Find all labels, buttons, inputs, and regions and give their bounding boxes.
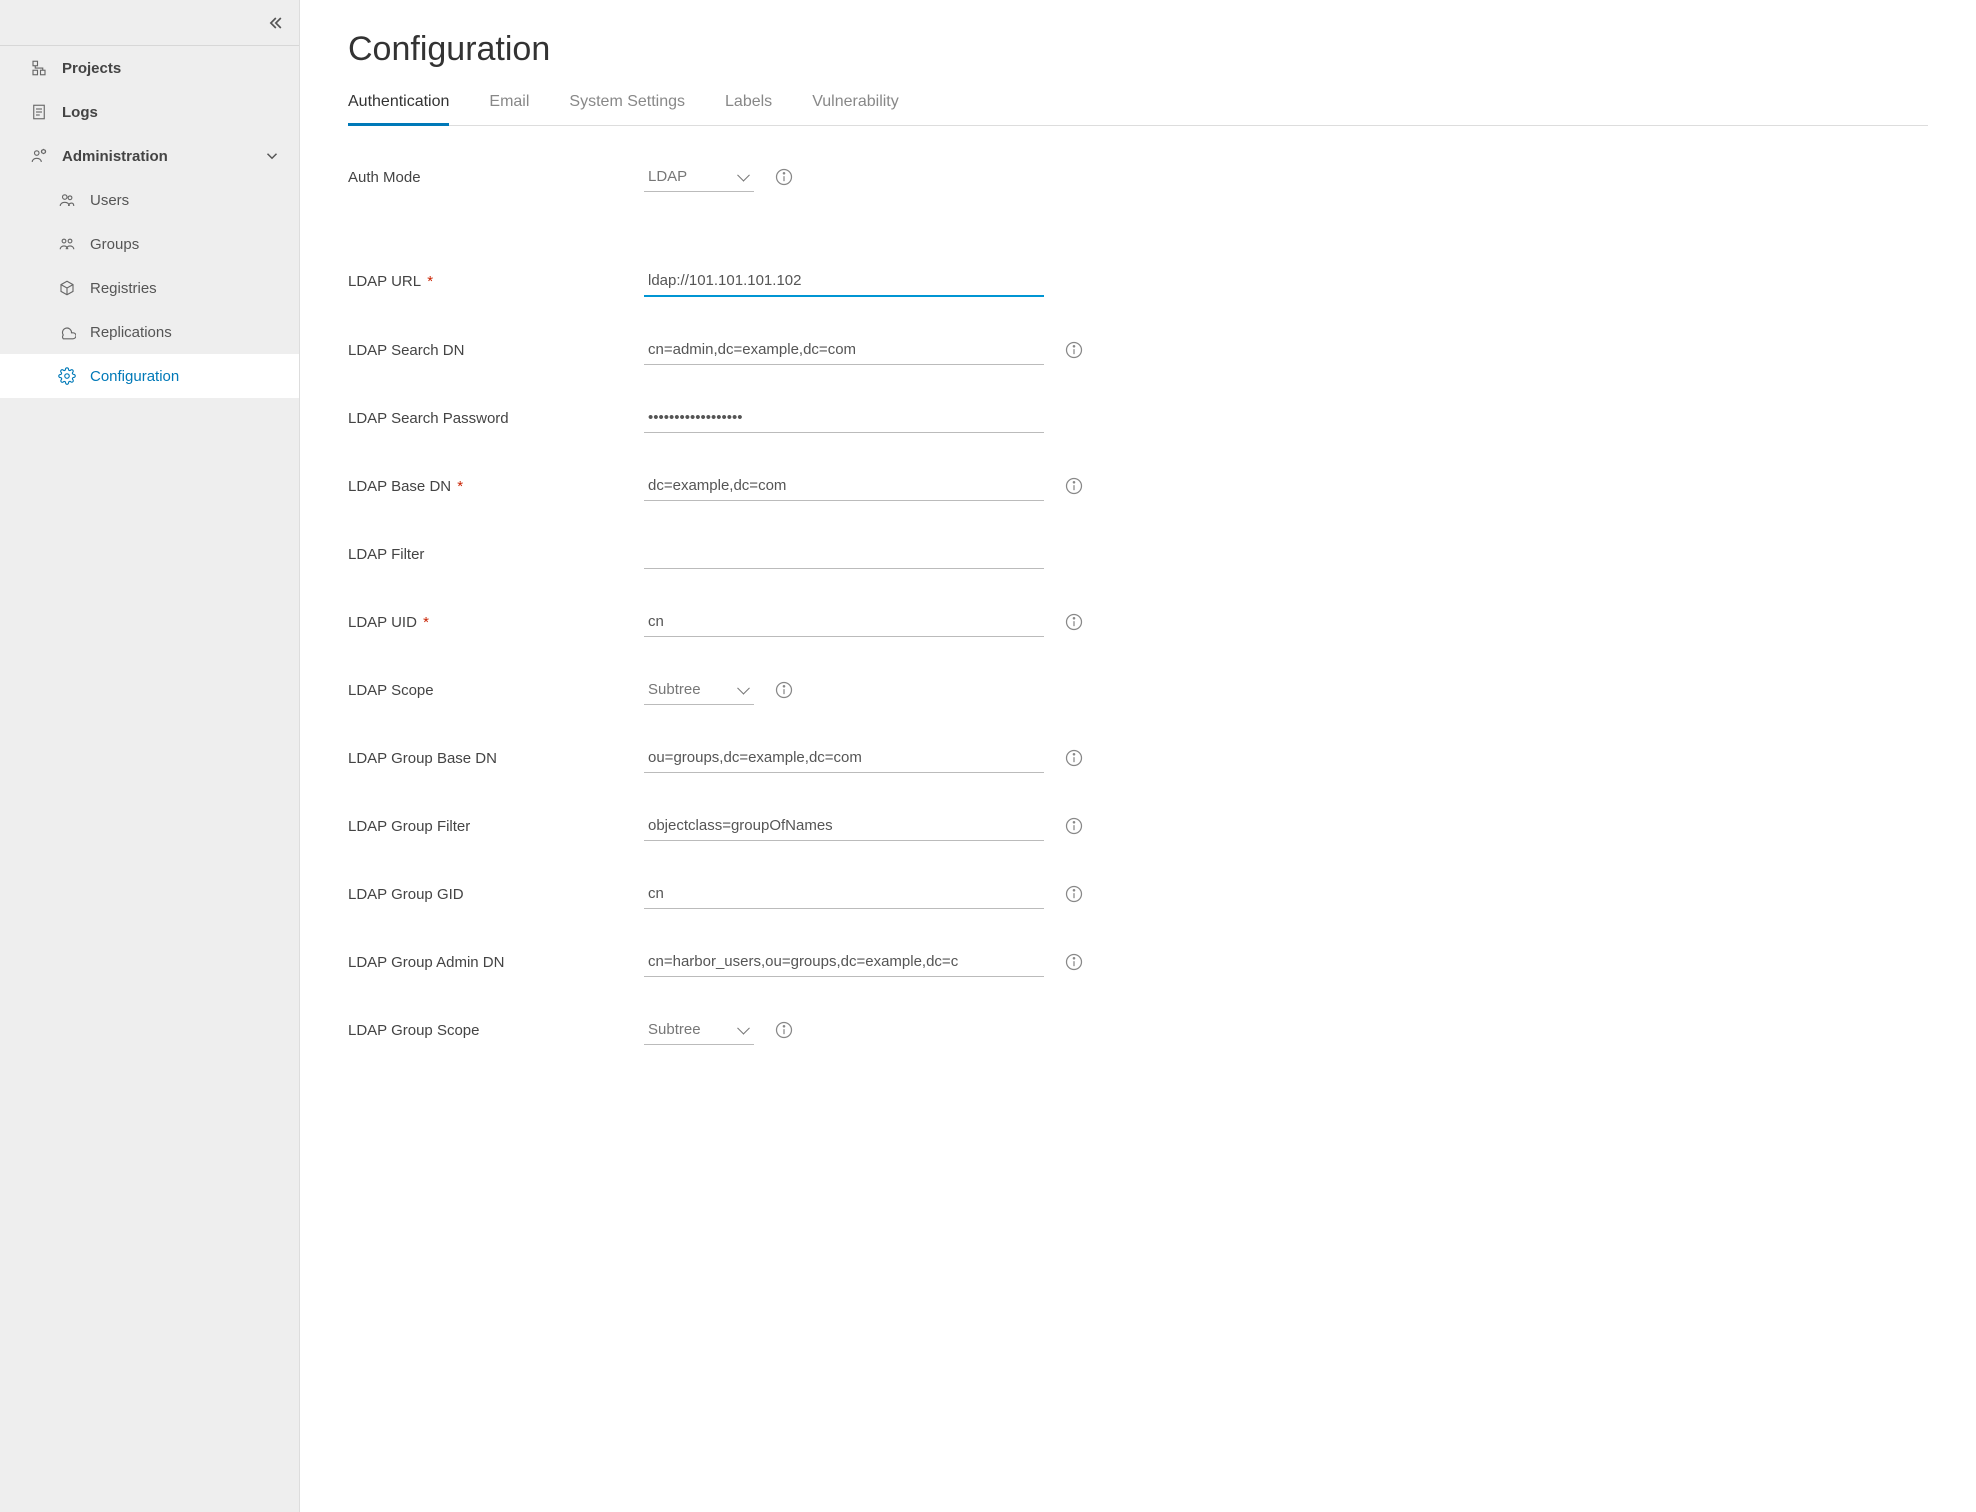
info-icon[interactable]	[774, 680, 794, 700]
sidebar-item-users[interactable]: Users	[0, 178, 299, 222]
info-icon[interactable]	[1064, 476, 1084, 496]
sidebar-item-logs[interactable]: Logs	[0, 90, 299, 134]
logs-icon	[30, 103, 48, 121]
row-auth-mode: Auth Mode LDAP	[348, 162, 1928, 192]
label-ldap-filter: LDAP Filter	[348, 546, 628, 563]
sidebar-item-label: Configuration	[90, 368, 179, 385]
required-marker: *	[423, 273, 433, 290]
sidebar-item-groups[interactable]: Groups	[0, 222, 299, 266]
sidebar: Projects Logs	[0, 0, 300, 1512]
label-ldap-url: LDAP URL *	[348, 273, 628, 290]
tab-authentication[interactable]: Authentication	[348, 87, 449, 126]
projects-icon	[30, 59, 48, 77]
label-ldap-search-dn: LDAP Search DN	[348, 342, 628, 359]
row-ldap-base-dn: LDAP Base DN *	[348, 471, 1928, 501]
input-ldap-group-gid[interactable]	[644, 879, 1044, 909]
select-ldap-group-scope[interactable]: Subtree	[644, 1015, 754, 1045]
sidebar-item-label: Registries	[90, 280, 157, 297]
sidebar-item-administration[interactable]: Administration	[0, 134, 299, 178]
row-ldap-search-password: LDAP Search Password	[348, 403, 1928, 433]
sidebar-item-registries[interactable]: Registries	[0, 266, 299, 310]
sidebar-item-label: Users	[90, 192, 129, 209]
input-ldap-url[interactable]	[644, 266, 1044, 297]
info-icon[interactable]	[774, 167, 794, 187]
tab-system-settings[interactable]: System Settings	[569, 87, 685, 126]
tabs: Authentication Email System Settings Lab…	[348, 87, 1928, 126]
label-ldap-base-dn: LDAP Base DN *	[348, 478, 628, 495]
sidebar-header	[0, 0, 299, 46]
required-marker: *	[453, 478, 463, 495]
input-ldap-group-base-dn[interactable]	[644, 743, 1044, 773]
collapse-sidebar-icon[interactable]	[265, 13, 285, 33]
label-ldap-group-admin-dn: LDAP Group Admin DN	[348, 954, 628, 971]
sidebar-item-projects[interactable]: Projects	[0, 46, 299, 90]
sidebar-nav: Projects Logs	[0, 46, 299, 398]
chevron-down-icon	[263, 147, 281, 165]
replications-icon	[58, 323, 76, 341]
main-content: Configuration Authentication Email Syste…	[300, 0, 1976, 1512]
info-icon[interactable]	[1064, 748, 1084, 768]
row-ldap-uid: LDAP UID *	[348, 607, 1928, 637]
info-icon[interactable]	[1064, 816, 1084, 836]
info-icon[interactable]	[1064, 612, 1084, 632]
label-ldap-uid: LDAP UID *	[348, 614, 628, 631]
select-ldap-scope[interactable]: Subtree	[644, 675, 754, 705]
select-auth-mode[interactable]: LDAP	[644, 162, 754, 192]
row-ldap-url: LDAP URL *	[348, 266, 1928, 297]
row-ldap-group-gid: LDAP Group GID	[348, 879, 1928, 909]
label-ldap-scope: LDAP Scope	[348, 682, 628, 699]
groups-icon	[58, 235, 76, 253]
sidebar-item-label: Replications	[90, 324, 172, 341]
users-icon	[58, 191, 76, 209]
sidebar-item-label: Groups	[90, 236, 139, 253]
info-icon[interactable]	[774, 1020, 794, 1040]
input-ldap-group-admin-dn[interactable]	[644, 947, 1044, 977]
tab-labels[interactable]: Labels	[725, 87, 772, 126]
input-ldap-base-dn[interactable]	[644, 471, 1044, 501]
sidebar-item-configuration[interactable]: Configuration	[0, 354, 299, 398]
input-ldap-filter[interactable]	[644, 539, 1044, 569]
row-ldap-search-dn: LDAP Search DN	[348, 335, 1928, 365]
row-ldap-group-filter: LDAP Group Filter	[348, 811, 1928, 841]
info-icon[interactable]	[1064, 340, 1084, 360]
gear-icon	[58, 367, 76, 385]
row-ldap-group-base-dn: LDAP Group Base DN	[348, 743, 1928, 773]
row-ldap-group-admin-dn: LDAP Group Admin DN	[348, 947, 1928, 977]
tab-vulnerability[interactable]: Vulnerability	[812, 87, 899, 126]
label-ldap-group-base-dn: LDAP Group Base DN	[348, 750, 628, 767]
label-ldap-group-gid: LDAP Group GID	[348, 886, 628, 903]
sidebar-item-label: Administration	[62, 148, 168, 165]
administration-icon	[30, 147, 48, 165]
row-ldap-filter: LDAP Filter	[348, 539, 1928, 569]
input-ldap-search-password[interactable]	[644, 403, 1044, 433]
info-icon[interactable]	[1064, 952, 1084, 972]
label-ldap-group-filter: LDAP Group Filter	[348, 818, 628, 835]
input-ldap-search-dn[interactable]	[644, 335, 1044, 365]
page-title: Configuration	[348, 30, 1928, 69]
label-ldap-search-password: LDAP Search Password	[348, 410, 628, 427]
sidebar-item-label: Projects	[62, 60, 121, 77]
input-ldap-group-filter[interactable]	[644, 811, 1044, 841]
sidebar-item-label: Logs	[62, 104, 98, 121]
registries-icon	[58, 279, 76, 297]
label-ldap-group-scope: LDAP Group Scope	[348, 1022, 628, 1039]
info-icon[interactable]	[1064, 884, 1084, 904]
sidebar-item-replications[interactable]: Replications	[0, 310, 299, 354]
input-ldap-uid[interactable]	[644, 607, 1044, 637]
label-auth-mode: Auth Mode	[348, 169, 628, 186]
row-ldap-group-scope: LDAP Group Scope Subtree	[348, 1015, 1928, 1045]
tab-email[interactable]: Email	[489, 87, 529, 126]
required-marker: *	[419, 614, 429, 631]
row-ldap-scope: LDAP Scope Subtree	[348, 675, 1928, 705]
